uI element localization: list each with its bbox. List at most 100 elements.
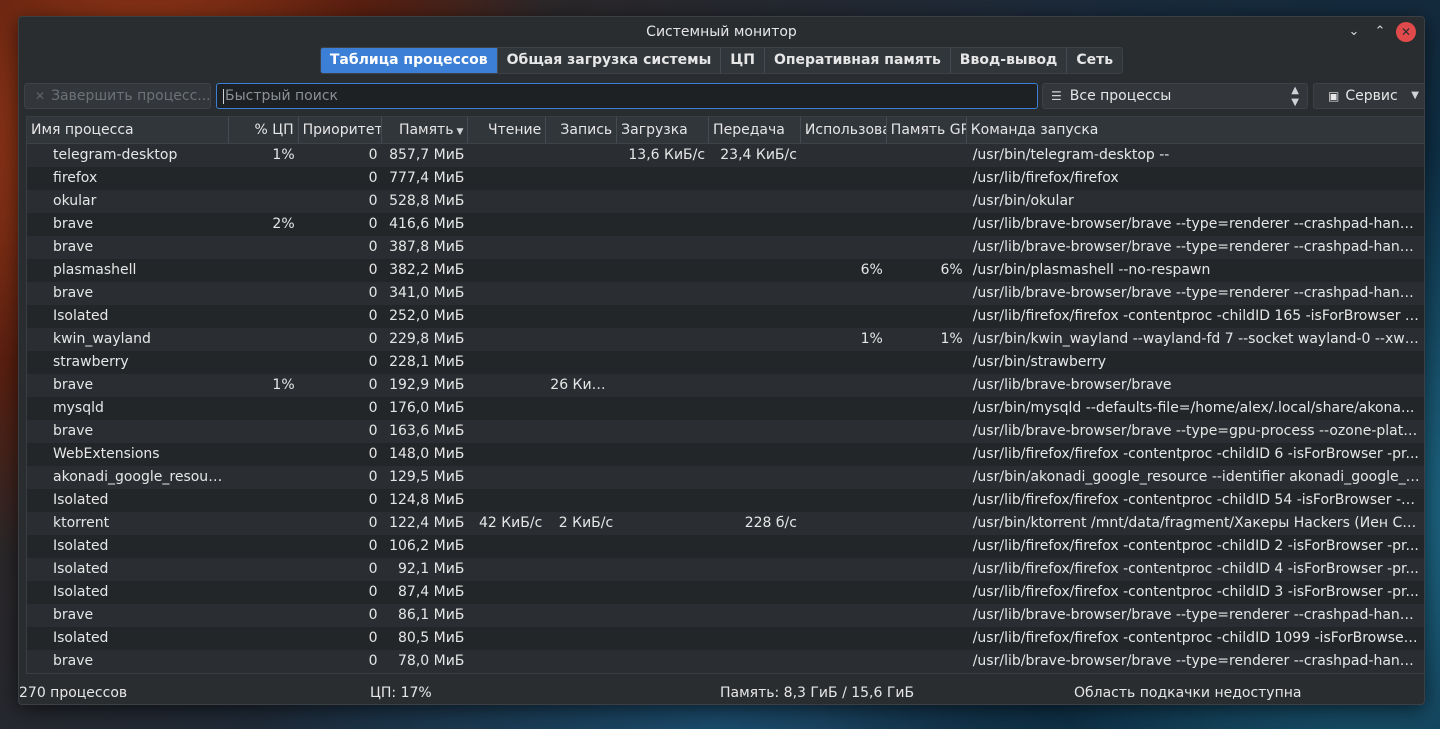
cell-upload <box>709 351 801 374</box>
cell-download <box>617 466 709 489</box>
search-input[interactable]: Быстрый поиск <box>216 83 1038 109</box>
cell-gpu-usage <box>801 351 887 374</box>
column-header-cpu[interactable]: % ЦП <box>229 117 299 143</box>
column-header-priority[interactable]: Приоритет <box>299 117 382 143</box>
status-process-count: 270 процессов <box>19 685 128 701</box>
cell-read <box>468 466 546 489</box>
tab-network[interactable]: Сеть <box>1067 48 1123 73</box>
tab-process-table[interactable]: Таблица процессов <box>320 48 498 73</box>
column-header-gpu-usage[interactable]: Использова <box>801 117 887 143</box>
cell-gpu-usage <box>801 512 887 535</box>
table-row[interactable]: plasmashell 0 382,2 МиБ 6% 6% /usr/bin/plasma… <box>27 259 1424 282</box>
table-row[interactable]: Isolated 0 252,0 МиБ/usr/lib/firefox/firef… <box>27 305 1424 328</box>
cell-write <box>546 489 617 512</box>
table-row[interactable]: Isolated 0 92,1 МиБ/usr/lib/firefox/firefo… <box>27 558 1424 581</box>
column-header-name[interactable]: Имя процесса <box>27 117 229 143</box>
process-filter-value: Все процессы <box>1069 88 1172 104</box>
cell-priority: 0 <box>368 239 378 255</box>
cell-write <box>546 190 617 213</box>
cell-read: 42 КиБ/с <box>478 515 543 531</box>
column-header-memory[interactable]: Память ▼ <box>382 117 469 143</box>
cell-memory: 387,8 МиБ <box>389 239 465 255</box>
table-row[interactable]: firefox 0 777,4 МиБ/usr/lib/firefox/firefo… <box>27 167 1424 190</box>
cell-priority: 0 <box>368 653 378 669</box>
cell-priority: 0 <box>368 492 378 508</box>
cell-write <box>546 167 617 190</box>
cell-write <box>546 420 617 443</box>
column-header-gpu-memory[interactable]: Память GPU <box>887 117 967 143</box>
cell-write <box>546 236 617 259</box>
column-header-read[interactable]: Чтение <box>468 117 547 143</box>
cell-cpu <box>229 558 299 581</box>
cell-cpu <box>229 282 299 305</box>
cell-upload <box>709 420 801 443</box>
cell-gpu-memory <box>887 604 967 627</box>
table-row[interactable]: brave 0 78,0 МиБ/usr/lib/brave-browser/bra… <box>27 650 1424 673</box>
cell-cpu <box>229 604 299 627</box>
table-row[interactable]: brave 0 341,0 МиБ/usr/lib/brave-browser/br… <box>27 282 1424 305</box>
minimize-icon[interactable]: ⌄ <box>1344 22 1364 42</box>
column-header-command[interactable]: Команда запуска <box>967 117 1424 143</box>
table-row[interactable]: WebExtensions 0 148,0 МиБ/usr/lib/firefox/… <box>27 443 1424 466</box>
cell-download <box>617 489 709 512</box>
table-row[interactable]: mysqld 0 176,0 МиБ/usr/bin/mysqld --defaul… <box>27 397 1424 420</box>
cell-priority: 0 <box>368 354 378 370</box>
cell-write <box>546 282 617 305</box>
kill-process-button[interactable]: ✕ Завершить процесс... <box>24 83 211 109</box>
cell-upload <box>709 213 801 236</box>
table-row[interactable]: brave 1% 0 192,9 МиБ 26 КиБ/с/usr/lib/brave-… <box>27 374 1424 397</box>
cell-gpu-memory <box>887 213 967 236</box>
cell-name: brave <box>53 607 94 623</box>
cell-write <box>546 581 617 604</box>
close-icon[interactable]: ✕ <box>1396 22 1416 42</box>
table-row[interactable]: kwin_wayland 0 229,8 МиБ 1% 1% /usr/bin/kwin_… <box>27 328 1424 351</box>
column-header-upload[interactable]: Передача <box>709 117 801 143</box>
tab-system-load[interactable]: Общая загрузка системы <box>497 48 722 73</box>
cell-download <box>617 374 709 397</box>
cell-priority: 0 <box>368 423 378 439</box>
cell-download <box>617 443 709 466</box>
column-header-write[interactable]: Запись <box>546 117 618 143</box>
table-row[interactable]: akonadi_google_resource 0 129,5 МиБ/usr/bi… <box>27 466 1424 489</box>
cell-name: brave <box>53 377 94 393</box>
cell-memory: 124,8 МиБ <box>389 492 465 508</box>
column-header-memory-label: Память <box>398 122 454 138</box>
table-row[interactable]: Isolated 0 80,5 МиБ/usr/lib/firefox/firefo… <box>27 627 1424 650</box>
tab-io[interactable]: Ввод-вывод <box>950 48 1068 73</box>
cell-gpu-memory <box>887 581 967 604</box>
table-row[interactable]: telegram-desktop 1% 0 857,7 МиБ 13,6 КиБ/с 23… <box>27 144 1424 167</box>
cell-name: kwin_wayland <box>53 331 151 347</box>
cell-memory: 857,7 МиБ <box>389 147 465 163</box>
table-row[interactable]: Isolated 0 87,4 МиБ/usr/lib/firefox/firefo… <box>27 581 1424 604</box>
cell-memory: 86,1 МиБ <box>398 607 465 623</box>
cell-cpu <box>229 167 299 190</box>
table-row[interactable]: brave 2% 0 416,6 МиБ/usr/lib/brave-browser/… <box>27 213 1424 236</box>
cell-read <box>468 144 546 167</box>
service-menu-button[interactable]: ▣ Сервис ▼ <box>1313 83 1424 109</box>
table-row[interactable]: okular 0 528,8 МиБ/usr/bin/okular <box>27 190 1424 213</box>
cell-download <box>617 213 709 236</box>
cell-priority: 0 <box>368 262 378 278</box>
cell-name: brave <box>53 653 94 669</box>
cell-priority: 0 <box>368 515 378 531</box>
window-controls: ⌄ ⌃ ✕ <box>1344 22 1416 42</box>
table-row[interactable]: Isolated 0 124,8 МиБ/usr/lib/firefox/firef… <box>27 489 1424 512</box>
cell-gpu-memory: 6% <box>940 262 963 278</box>
table-row[interactable]: brave 0 86,1 МиБ/usr/lib/brave-browser/bra… <box>27 604 1424 627</box>
process-filter-select[interactable]: ☰ Все процессы ▲ ▼ <box>1042 83 1308 109</box>
cell-gpu-memory <box>887 489 967 512</box>
table-row[interactable]: brave 0 387,8 МиБ/usr/lib/brave-browser/br… <box>27 236 1424 259</box>
maximize-icon[interactable]: ⌃ <box>1370 22 1390 42</box>
tab-memory[interactable]: Оперативная память <box>764 48 951 73</box>
cell-download <box>617 558 709 581</box>
table-row[interactable]: Isolated 0 106,2 МиБ/usr/lib/firefox/firef… <box>27 535 1424 558</box>
tab-cpu[interactable]: ЦП <box>721 48 765 73</box>
cell-read <box>468 351 546 374</box>
table-row[interactable]: strawberry 0 228,1 МиБ/usr/bin/strawberry <box>27 351 1424 374</box>
process-table: Имя процесса % ЦП Приоритет Память ▼ Чтен… <box>26 116 1424 674</box>
table-row[interactable]: brave 0 163,6 МиБ/usr/lib/brave-browser/br… <box>27 420 1424 443</box>
table-row[interactable]: ktorrent 0 122,4 МиБ 42 КиБ/с 2 КиБ/с 228 б/с… <box>27 512 1424 535</box>
service-label: Сервис <box>1345 88 1398 104</box>
column-header-download[interactable]: Загрузка <box>617 117 710 143</box>
cell-upload <box>709 374 801 397</box>
